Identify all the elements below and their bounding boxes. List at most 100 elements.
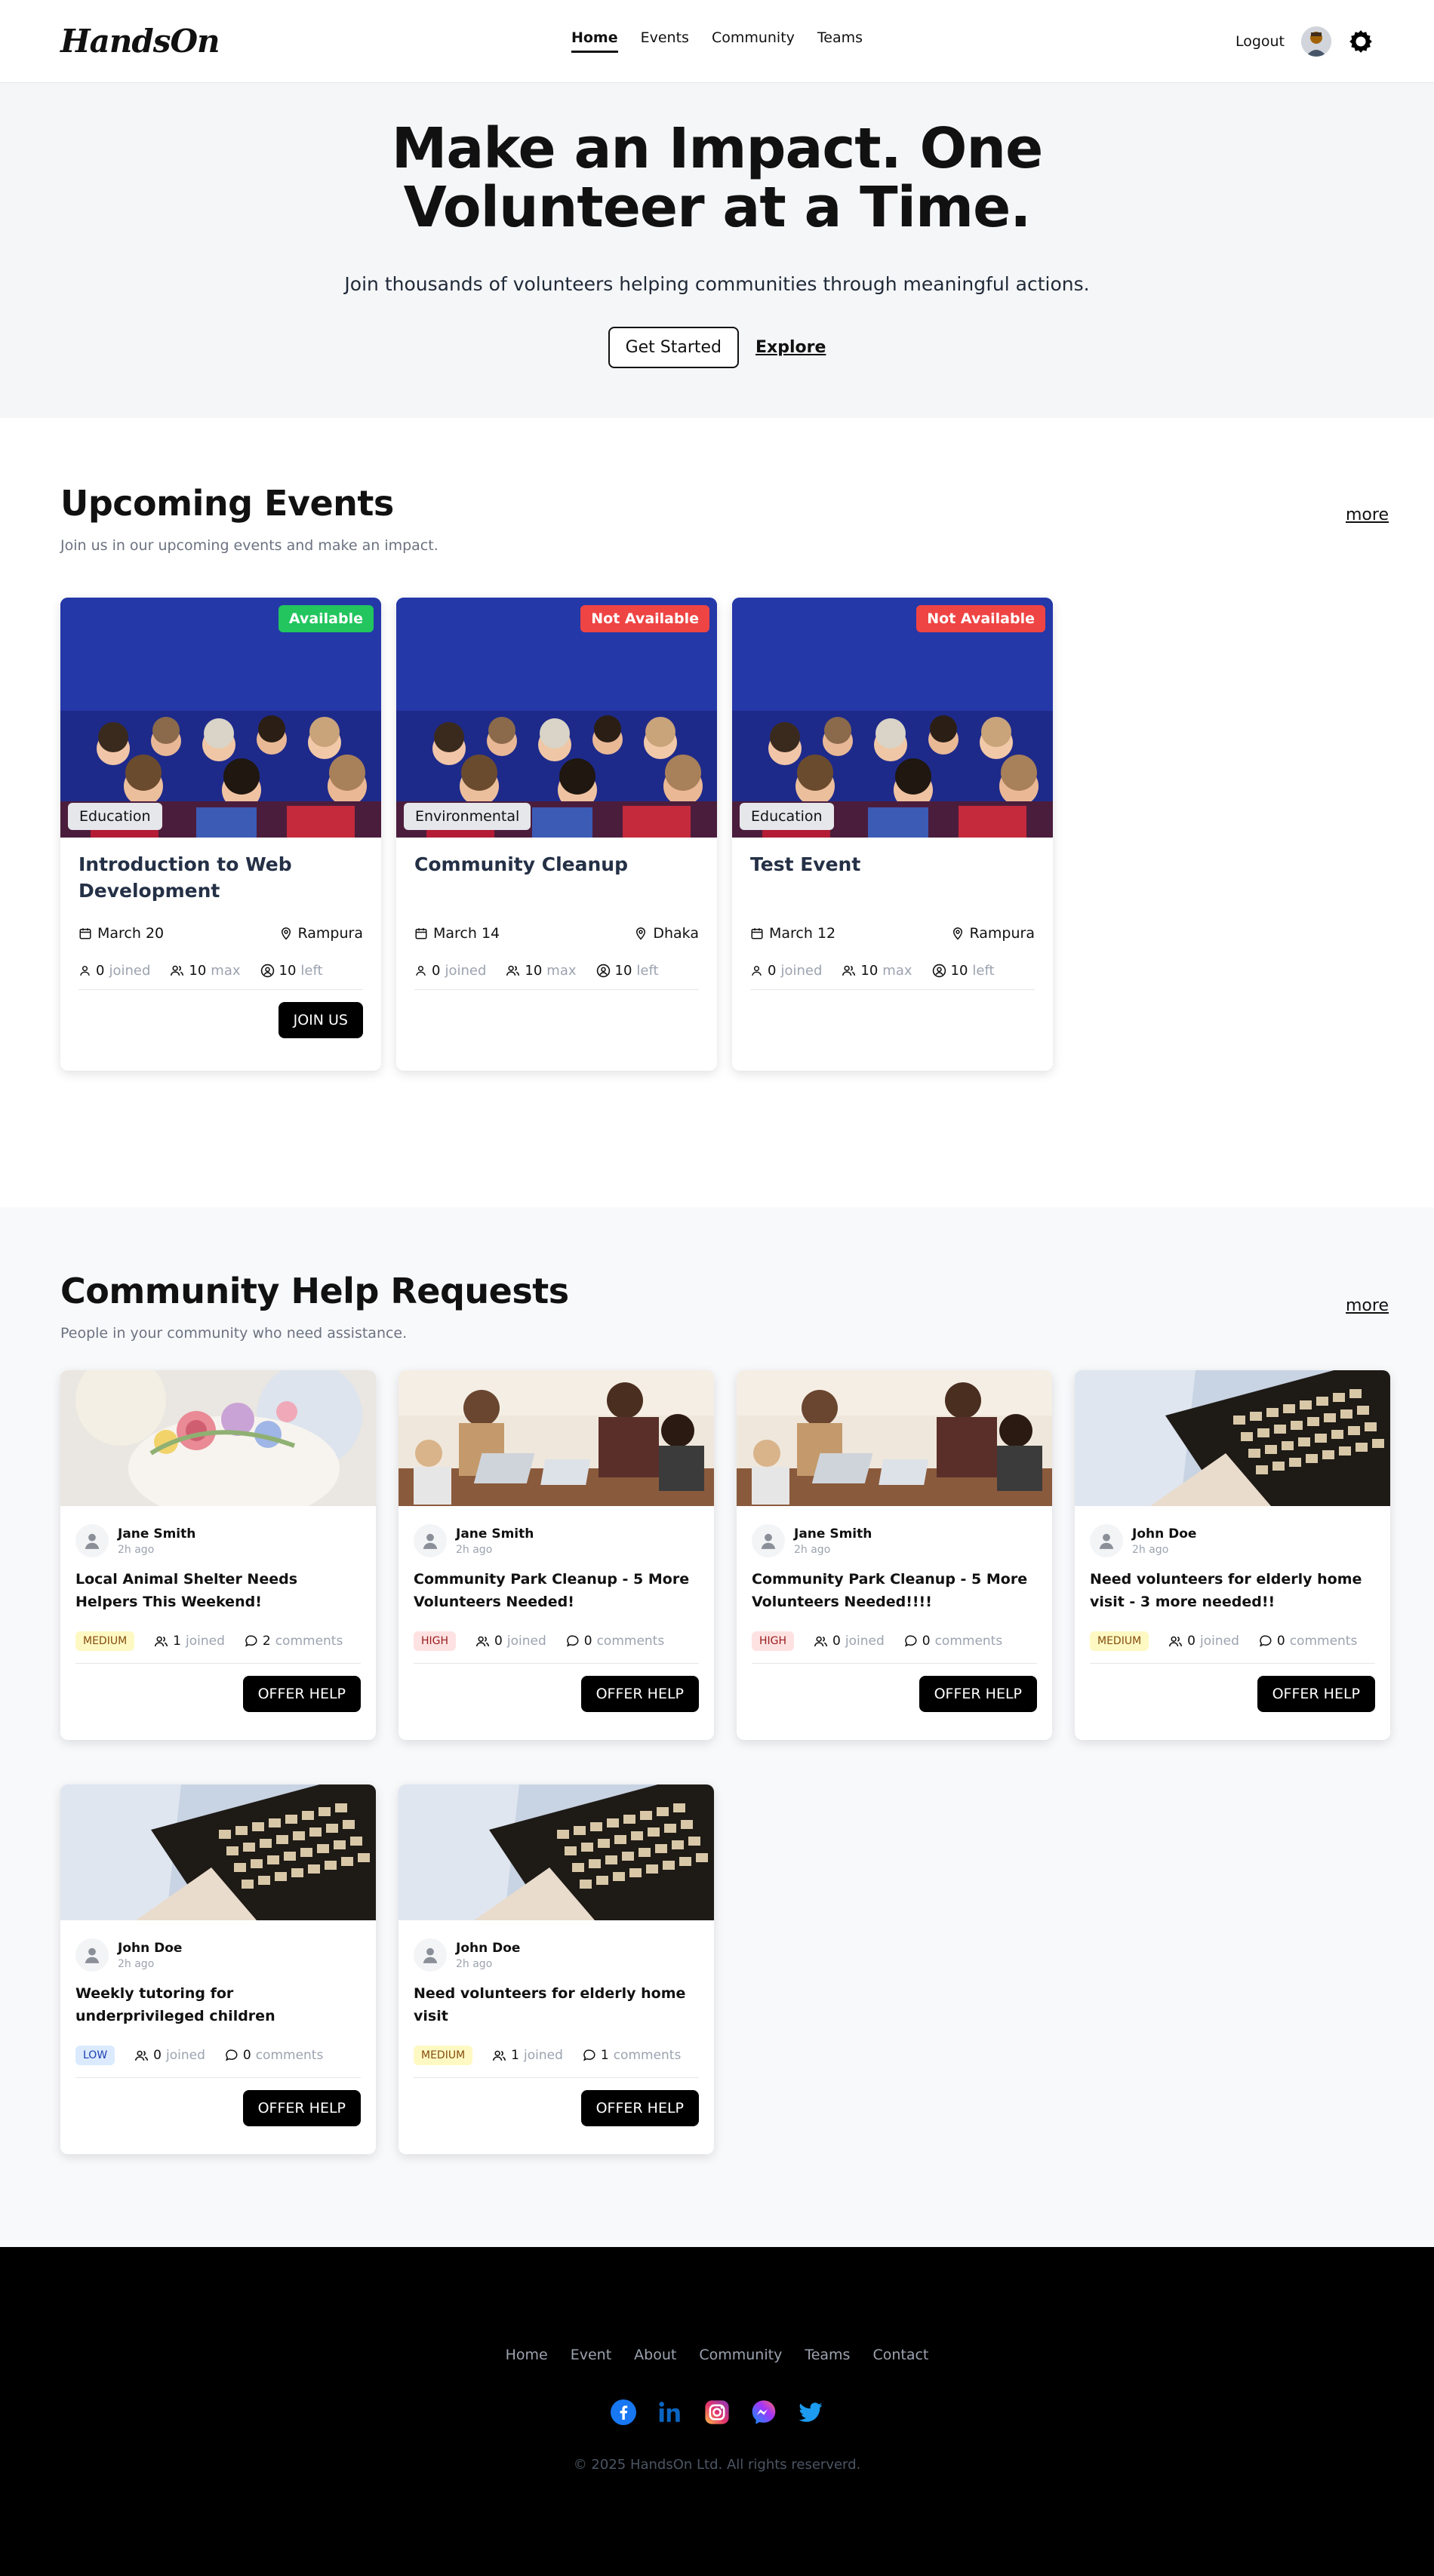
help-request-title[interactable]: Need volunteers for elderly home visit -… bbox=[1090, 1568, 1375, 1615]
help-request-title[interactable]: Weekly tutoring for underprivileged chil… bbox=[75, 1982, 361, 2029]
event-card[interactable]: Not Available Environmental Community Cl… bbox=[396, 598, 717, 1071]
help-card[interactable]: Jane Smith 2h ago Community Park Cleanup … bbox=[399, 1370, 714, 1740]
comment-count: 0 comments bbox=[566, 1634, 664, 1649]
offer-help-button[interactable]: OFFER HELP bbox=[580, 1676, 699, 1712]
instagram-icon[interactable] bbox=[704, 2399, 730, 2425]
status-badge: Not Available bbox=[916, 605, 1045, 632]
max-label: max bbox=[882, 963, 912, 979]
max-label: max bbox=[546, 963, 577, 979]
help-card[interactable]: John Doe 2h ago Need volunteers for elder… bbox=[1075, 1370, 1390, 1740]
users-icon bbox=[170, 964, 184, 978]
help-card[interactable]: Jane Smith 2h ago Community Park Cleanup … bbox=[737, 1370, 1052, 1740]
person-icon bbox=[1097, 1531, 1116, 1551]
footer-link-home[interactable]: Home bbox=[506, 2347, 548, 2363]
author-name: Jane Smith bbox=[456, 1526, 534, 1542]
offer-help-button[interactable]: OFFER HELP bbox=[919, 1676, 1037, 1712]
joined-label: joined bbox=[524, 2048, 563, 2063]
author-avatar bbox=[1090, 1524, 1123, 1557]
join-us-button[interactable]: JOIN US bbox=[278, 1002, 363, 1038]
user-avatar-image bbox=[1301, 26, 1331, 57]
event-card[interactable]: Available Education Introduction to Web … bbox=[60, 598, 381, 1071]
nav-link-events[interactable]: Events bbox=[641, 29, 689, 53]
hero-actions: Get Started Explore bbox=[0, 327, 1434, 368]
author-info: John Doe 2h ago bbox=[414, 1938, 699, 1972]
hero-subtitle: Join thousands of volunteers helping com… bbox=[344, 273, 1090, 295]
footer-link-contact[interactable]: Contact bbox=[872, 2347, 928, 2363]
joined-count: 0 joined bbox=[1168, 1634, 1239, 1649]
event-title[interactable]: Test Event bbox=[750, 851, 1035, 905]
help-image bbox=[60, 1784, 376, 1920]
nav-link-teams[interactable]: Teams bbox=[817, 29, 863, 53]
event-title[interactable]: Introduction to Web Development bbox=[78, 851, 363, 905]
help-requests-section: Community Help Requests People in your c… bbox=[0, 1207, 1434, 2247]
footer-link-about[interactable]: About bbox=[634, 2347, 676, 2363]
event-photo bbox=[732, 598, 1053, 838]
comment-count: 1 comments bbox=[583, 2048, 681, 2063]
comments-value: 0 bbox=[922, 1634, 931, 1649]
help-more-link[interactable]: more bbox=[1346, 1296, 1389, 1315]
person-icon bbox=[420, 1531, 440, 1551]
footer-link-community[interactable]: Community bbox=[699, 2347, 782, 2363]
event-image: Available Education bbox=[60, 598, 381, 838]
post-time: 2h ago bbox=[118, 1957, 155, 1970]
help-request-title[interactable]: Community Park Cleanup - 5 More Voluntee… bbox=[414, 1568, 699, 1615]
post-time: 2h ago bbox=[118, 1543, 155, 1556]
events-more-link[interactable]: more bbox=[1346, 506, 1389, 524]
event-date: March 20 bbox=[78, 925, 164, 942]
help-request-title[interactable]: Local Animal Shelter Needs Helpers This … bbox=[75, 1568, 361, 1615]
get-started-button[interactable]: Get Started bbox=[608, 327, 740, 368]
messenger-icon[interactable] bbox=[751, 2399, 777, 2425]
comment-count: 0 comments bbox=[1259, 1634, 1357, 1649]
urgency-badge: HIGH bbox=[752, 1631, 795, 1651]
joined-count: 0 joined bbox=[814, 1634, 885, 1649]
copyright-text: © 2025 HandsOn Ltd. All rights reserverd… bbox=[573, 2457, 861, 2473]
user-icon bbox=[414, 964, 427, 977]
max-label: max bbox=[211, 963, 241, 979]
footer-link-event[interactable]: Event bbox=[571, 2347, 611, 2363]
help-card[interactable]: John Doe 2h ago Need volunteers for elder… bbox=[399, 1784, 714, 2154]
user-avatar[interactable] bbox=[1301, 26, 1331, 57]
offer-help-button[interactable]: OFFER HELP bbox=[1257, 1676, 1375, 1712]
footer-link-teams[interactable]: Teams bbox=[805, 2347, 850, 2363]
category-badge: Education bbox=[68, 803, 162, 830]
max-value: 10 bbox=[525, 963, 543, 979]
help-card[interactable]: Jane Smith 2h ago Local Animal Shelter Ne… bbox=[60, 1370, 376, 1740]
joined-count: 0 joined bbox=[78, 963, 150, 979]
author-info: John Doe 2h ago bbox=[1090, 1524, 1375, 1557]
event-card[interactable]: Not Available Education Test Event March… bbox=[732, 598, 1053, 1071]
logout-link[interactable]: Logout bbox=[1236, 33, 1285, 50]
event-title[interactable]: Community Cleanup bbox=[414, 851, 699, 905]
offer-help-button[interactable]: OFFER HELP bbox=[242, 1676, 361, 1712]
nav-link-community[interactable]: Community bbox=[712, 29, 795, 53]
urgency-badge: MEDIUM bbox=[75, 1631, 135, 1651]
help-card[interactable]: John Doe 2h ago Weekly tutoring for under… bbox=[60, 1784, 376, 2154]
joined-count: 1 joined bbox=[492, 2048, 563, 2063]
help-request-title[interactable]: Community Park Cleanup - 5 More Voluntee… bbox=[752, 1568, 1037, 1615]
offer-help-button[interactable]: OFFER HELP bbox=[242, 2090, 361, 2126]
event-photo bbox=[60, 598, 381, 838]
author-avatar bbox=[752, 1524, 785, 1557]
joined-value: 1 bbox=[511, 2048, 519, 2063]
comments-value: 0 bbox=[583, 1634, 592, 1649]
facebook-icon[interactable] bbox=[611, 2399, 636, 2425]
gear-icon[interactable] bbox=[1348, 29, 1374, 54]
comment-icon bbox=[245, 1634, 258, 1648]
joined-label: joined bbox=[186, 1634, 225, 1649]
joined-count: 0 joined bbox=[414, 963, 486, 979]
brand-logo[interactable]: HandsOn bbox=[60, 23, 220, 60]
author-avatar bbox=[75, 1938, 109, 1972]
twitter-icon[interactable] bbox=[798, 2399, 823, 2425]
help-image bbox=[399, 1370, 714, 1506]
joined-value: 0 bbox=[832, 1634, 841, 1649]
nav-link-home[interactable]: Home bbox=[571, 29, 618, 53]
hero-section: Make an Impact. One Volunteer at a Time.… bbox=[0, 83, 1434, 418]
linkedin-icon[interactable] bbox=[657, 2399, 683, 2425]
comment-icon bbox=[904, 1634, 918, 1648]
help-request-title[interactable]: Need volunteers for elderly home visit bbox=[414, 1982, 699, 2029]
explore-link[interactable]: Explore bbox=[755, 338, 826, 357]
offer-help-button[interactable]: OFFER HELP bbox=[580, 2090, 699, 2126]
users-icon bbox=[492, 2049, 506, 2063]
user-circle-icon bbox=[260, 964, 275, 978]
joined-count: 0 joined bbox=[134, 2048, 205, 2063]
event-location-text: Dhaka bbox=[653, 925, 699, 942]
